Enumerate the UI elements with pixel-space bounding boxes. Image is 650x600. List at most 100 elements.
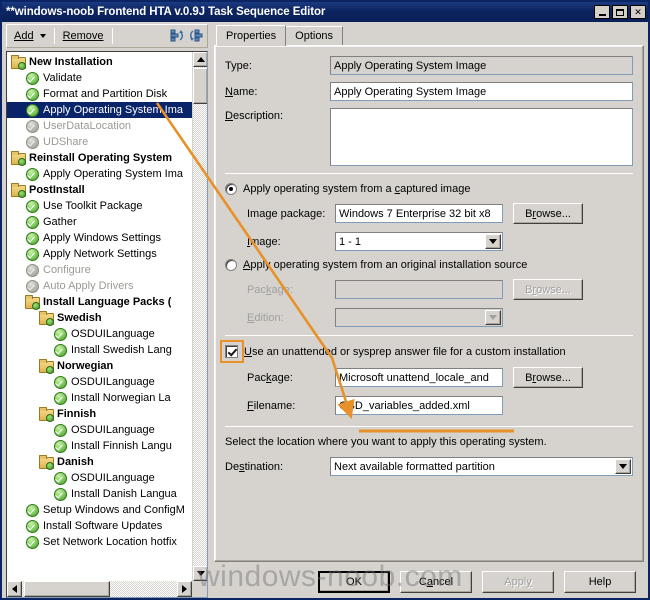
tree-item[interactable]: Finnish [7, 406, 192, 422]
scroll-up-button[interactable] [193, 52, 207, 67]
tree-item[interactable]: PostInstall [7, 182, 192, 198]
scroll-down-button[interactable] [193, 566, 207, 581]
help-button[interactable]: Help [564, 571, 636, 593]
tab-options[interactable]: Options [285, 26, 344, 45]
original-source-radio[interactable] [225, 259, 237, 271]
scroll-left-button[interactable] [7, 581, 22, 597]
filename-row: Filename: OSD_variables_added.xml Browse… [225, 395, 633, 416]
tree-item[interactable]: Validate [7, 70, 192, 86]
tree-item-label: OSDUILanguage [71, 424, 155, 436]
folder-check-badge [18, 158, 26, 166]
tree-item[interactable]: Setup Windows and ConfigM [7, 502, 192, 518]
description-input[interactable] [330, 108, 633, 166]
image-row: Image: 1 - 1 Browse... [225, 231, 633, 252]
tree-vertical-scrollbar[interactable] [192, 52, 207, 581]
tree-item-label: UDShare [43, 136, 89, 148]
ok-button[interactable]: OK [318, 571, 390, 593]
folder-check-badge [46, 462, 54, 470]
window-controls: ✕ [594, 5, 646, 19]
tree-item[interactable]: Install Danish Langua [7, 486, 192, 502]
horizontal-scroll-thumb[interactable] [24, 581, 110, 597]
tree-item[interactable]: OSDUILanguage [7, 326, 192, 342]
tree-item[interactable]: Set Network Location hotfix [7, 534, 192, 550]
tree-item[interactable]: Configure [7, 262, 192, 278]
tree-item[interactable]: Install Norwegian La [7, 390, 192, 406]
maximize-button[interactable] [612, 5, 628, 19]
package-row: Package: Br owse... [225, 279, 633, 300]
unattend-package-browse-button[interactable]: Br owse... [513, 367, 583, 388]
green-check-icon [25, 231, 39, 245]
minimize-button[interactable] [594, 5, 610, 19]
tree-item-label: Apply Network Settings [43, 248, 157, 260]
name-input[interactable]: Apply Operating System Image [330, 82, 633, 101]
green-check-icon [25, 135, 39, 149]
green-check-icon [53, 487, 67, 501]
vertical-scroll-thumb[interactable] [193, 68, 207, 104]
tree-item-label: OSDUILanguage [71, 328, 155, 340]
tree-item[interactable]: Apply Network Settings [7, 246, 192, 262]
folder-check-badge [46, 366, 54, 374]
tree-item-label: Set Network Location hotfix [43, 536, 177, 548]
tree-item[interactable]: OSDUILanguage [7, 374, 192, 390]
tree-item[interactable]: Danish [7, 454, 192, 470]
tree-item[interactable]: UserDataLocation [7, 118, 192, 134]
tree-item[interactable]: Install Software Updates [7, 518, 192, 534]
tree-item[interactable]: Install Swedish Lang [7, 342, 192, 358]
tree-item[interactable]: Format and Partition Disk [7, 86, 192, 102]
folder-check-badge [18, 62, 26, 70]
destination-combobox[interactable]: Next available formatted partition [330, 457, 633, 476]
image-package-row: Image package: Windows 7 Enterprise 32 b… [225, 203, 633, 224]
tree-item[interactable]: Reinstall Operating System [7, 150, 192, 166]
package-label: Package: [247, 283, 293, 296]
tree-item[interactable]: Norwegian [7, 358, 192, 374]
tree-item[interactable]: Install Finnish Langu [7, 438, 192, 454]
unattend-package-value[interactable]: Microsoft unattend_locale_and [335, 368, 503, 387]
add-button[interactable]: Add [9, 28, 51, 44]
tree-item[interactable]: New Installation [7, 54, 192, 70]
tab-properties[interactable]: Properties [216, 25, 287, 46]
tree-item[interactable]: OSDUILanguage [7, 422, 192, 438]
move-down-icon[interactable] [187, 27, 205, 45]
type-label: Type: [225, 59, 252, 72]
divider-1 [225, 173, 633, 174]
unattend-checkbox[interactable] [225, 345, 238, 358]
tree-item[interactable]: Install Language Packs ( [7, 294, 192, 310]
scroll-right-button[interactable] [177, 581, 192, 597]
folder-icon [39, 455, 54, 470]
captured-image-radio-row[interactable]: Apply operating system from a captured i… [225, 183, 633, 195]
toolbar-divider-1 [53, 28, 55, 44]
tree-item-label: Configure [43, 264, 91, 276]
tree-item-label: Finnish [57, 408, 97, 420]
tree-item-label: Auto Apply Drivers [43, 280, 134, 292]
tree-item[interactable]: Apply Operating System Ima [7, 166, 192, 182]
tree-item[interactable]: Swedish [7, 310, 192, 326]
chevron-down-icon[interactable] [615, 459, 631, 474]
image-package-value[interactable]: Windows 7 Enterprise 32 bit x8 [335, 204, 503, 223]
close-icon[interactable]: ✕ [630, 5, 646, 19]
title-bar: **windows-noob Frontend HTA v.0.9J Task … [2, 2, 648, 22]
original-source-radio-row[interactable]: Apply operating system from an original … [225, 259, 633, 271]
captured-image-radio[interactable] [225, 183, 237, 195]
task-sequence-tree-pane: Add Remove New Installation Validate For… [2, 22, 210, 598]
filename-input[interactable]: OSD_variables_added.xml [335, 396, 503, 415]
unattend-checkbox-row[interactable]: Use an unattended or sysprep answer file… [220, 340, 633, 363]
move-up-icon[interactable] [169, 27, 187, 45]
tree-item[interactable]: Apply Windows Settings [7, 230, 192, 246]
tree-item[interactable]: UDShare [7, 134, 192, 150]
tree-item[interactable]: OSDUILanguage [7, 470, 192, 486]
tree-item[interactable]: Gather [7, 214, 192, 230]
edition-label: Edition: [247, 311, 284, 324]
cancel-button[interactable]: Ca ncel [400, 571, 472, 593]
tree-item[interactable]: Apply Operating System Ima [7, 102, 192, 118]
tree-item-label: OSDUILanguage [71, 376, 155, 388]
description-row: Description: [225, 108, 633, 166]
remove-button[interactable]: Remove [58, 28, 109, 44]
image-combobox[interactable]: 1 - 1 [335, 232, 503, 251]
tree-item[interactable]: Auto Apply Drivers [7, 278, 192, 294]
image-package-browse-button[interactable]: Br owse... [513, 203, 583, 224]
task-sequence-tree[interactable]: New Installation Validate Format and Parti… [6, 51, 208, 598]
tree-horizontal-scrollbar[interactable] [7, 581, 192, 597]
chevron-down-icon[interactable] [485, 234, 501, 249]
tree-item-label: Install Finnish Langu [71, 440, 172, 452]
tree-item[interactable]: Use Toolkit Package [7, 198, 192, 214]
